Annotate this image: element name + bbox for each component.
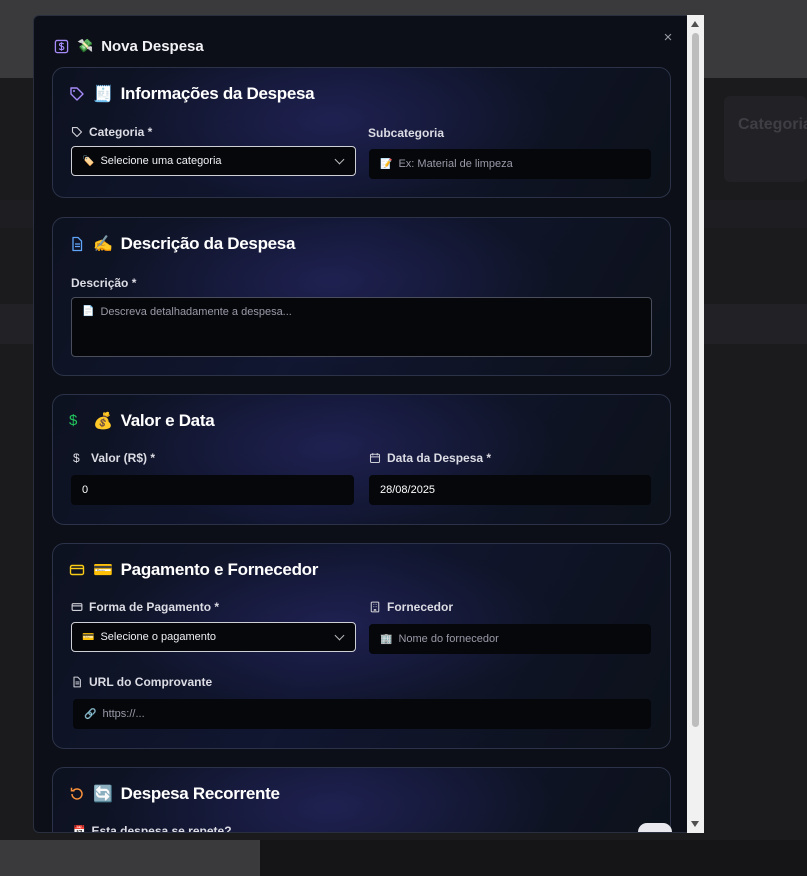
forma-pagamento-value: Selecione o pagamento: [100, 631, 217, 643]
repeat-emoji: 🔄: [93, 786, 113, 803]
section-informacoes: 🧾 Informações da Despesa Categoria * 🏷️ …: [52, 67, 671, 198]
categoria-value: Selecione uma categoria: [100, 155, 222, 167]
fornecedor-placeholder: Nome do fornecedor: [398, 633, 499, 645]
section-title-text: Valor e Data: [120, 411, 215, 430]
section-recorrente: 🔄 Despesa Recorrente 📅 Esta despesa se r…: [52, 767, 672, 833]
forma-pagamento-label-text: Forma de Pagamento *: [89, 600, 220, 614]
forma-pagamento-select[interactable]: 💳 Selecione o pagamento: [71, 622, 356, 652]
label-emoji: 🏷️: [82, 155, 95, 167]
section-title: 🧾 Informações da Despesa: [69, 84, 315, 104]
scrollbar-thumb[interactable]: [692, 33, 699, 727]
money-bag-emoji: 💰: [93, 413, 113, 430]
document-icon: [73, 676, 81, 688]
subcategoria-placeholder: Ex: Material de limpeza: [398, 158, 513, 170]
subcategoria-input[interactable]: 📝 Ex: Material de limpeza: [369, 149, 651, 179]
url-comprovante-placeholder: https://...: [102, 708, 145, 720]
dollar-icon: $: [73, 451, 80, 465]
categoria-select[interactable]: 🏷️ Selecione uma categoria: [71, 146, 356, 176]
close-button[interactable]: ×: [660, 30, 676, 46]
office-emoji: 🏢: [380, 633, 393, 645]
writing-hand-emoji: ✍️: [93, 236, 113, 253]
fornecedor-label: Fornecedor: [369, 600, 453, 614]
chevron-down-icon: [334, 630, 345, 641]
dollar-square-icon: [54, 39, 69, 53]
chevron-down-icon: [334, 154, 345, 165]
fornecedor-label-text: Fornecedor: [387, 600, 454, 614]
tag-icon: [70, 87, 84, 101]
subcategoria-label: Subcategoria: [368, 126, 444, 140]
subcategoria-label-text: Subcategoria: [368, 126, 445, 140]
url-comprovante-label: URL do Comprovante: [71, 675, 212, 689]
fornecedor-input[interactable]: 🏢 Nome do fornecedor: [369, 624, 651, 654]
calendar-icon: [369, 453, 381, 464]
section-title-text: Informações da Despesa: [120, 84, 315, 103]
recorrente-toggle[interactable]: [638, 823, 672, 832]
forma-pagamento-label: Forma de Pagamento *: [71, 600, 219, 614]
tag-icon: [71, 126, 83, 138]
section-title: ✍️ Descrição da Despesa: [69, 234, 295, 254]
section-title: 💳 Pagamento e Fornecedor: [69, 560, 318, 580]
section-valor-data: $ 💰 Valor e Data $ Valor (R$) * 0 Data d…: [52, 394, 671, 525]
section-descricao: ✍️ Descrição da Despesa Descrição * 📄 De…: [52, 217, 671, 376]
credit-card-emoji: 💳: [82, 631, 95, 643]
money-emoji: 💸: [77, 38, 94, 53]
document-icon: [72, 236, 83, 252]
credit-card-icon: [71, 603, 83, 611]
credit-card-icon: [69, 564, 85, 576]
valor-value: 0: [82, 484, 89, 496]
valor-label-text: Valor (R$) *: [91, 451, 156, 465]
valor-input[interactable]: 0: [71, 475, 354, 505]
data-value: 28/08/2025: [380, 484, 436, 496]
section-title-text: Despesa Recorrente: [120, 784, 280, 803]
descricao-label-text: Descrição *: [71, 276, 137, 290]
descricao-placeholder: Descreva detalhadamente a despesa...: [100, 306, 292, 318]
backdrop-footer: [260, 840, 807, 876]
backdrop-footer: [0, 840, 260, 876]
data-label-text: Data da Despesa *: [387, 451, 492, 465]
section-title-text: Descrição da Despesa: [120, 234, 296, 253]
modal-title: Nova Despesa: [101, 37, 204, 55]
url-comprovante-input[interactable]: 🔗 https://...: [73, 699, 651, 729]
backdrop-category-card: Categoria: [724, 96, 807, 182]
credit-card-emoji: 💳: [93, 562, 113, 579]
categoria-label-text: Categoria *: [89, 125, 153, 139]
backdrop-card-label: Categoria: [738, 116, 807, 133]
building-icon: [370, 601, 380, 613]
descricao-label: Descrição *: [71, 276, 136, 290]
valor-label: $ Valor (R$) *: [73, 451, 155, 465]
section-pagamento: 💳 Pagamento e Fornecedor Forma de Pagame…: [52, 543, 671, 749]
recorrente-question-text: Esta despesa se repete?: [91, 824, 232, 833]
recorrente-question: 📅 Esta despesa se repete?: [73, 824, 232, 833]
descricao-textarea[interactable]: 📄 Descreva detalhadamente a despesa...: [71, 297, 652, 357]
modal-scrollbar[interactable]: [687, 15, 704, 833]
categoria-label: Categoria *: [71, 125, 152, 139]
url-comprovante-label-text: URL do Comprovante: [89, 675, 213, 689]
data-label: Data da Despesa *: [369, 451, 491, 465]
section-title: $ 💰 Valor e Data: [69, 411, 215, 431]
memo-emoji: 📝: [380, 158, 393, 170]
dollar-icon: $: [69, 412, 78, 429]
scroll-up-arrow[interactable]: [691, 21, 699, 27]
data-input[interactable]: 28/08/2025: [369, 475, 651, 505]
section-title-text: Pagamento e Fornecedor: [120, 560, 319, 579]
scroll-down-arrow[interactable]: [691, 821, 699, 827]
receipt-emoji: 🧾: [93, 86, 113, 103]
modal-header: 💸 Nova Despesa: [54, 36, 204, 56]
calendar-emoji: 📅: [73, 825, 86, 833]
section-title: 🔄 Despesa Recorrente: [69, 784, 280, 804]
refresh-icon: [70, 787, 83, 800]
link-emoji: 🔗: [84, 708, 97, 720]
new-expense-modal: 💸 Nova Despesa × 🧾 Informações da Despes…: [33, 15, 704, 833]
page-emoji: 📄: [82, 306, 95, 317]
